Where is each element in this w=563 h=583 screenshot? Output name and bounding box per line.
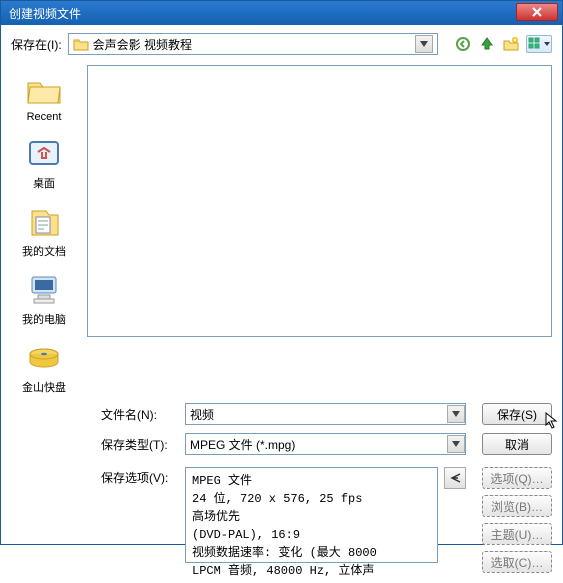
cursor-icon xyxy=(545,412,559,430)
folder-open-icon xyxy=(73,37,89,51)
dialog-window: 创建视频文件 保存在(I): 会声会影 视频教程 xyxy=(0,0,563,545)
toolbar-icons xyxy=(454,35,552,53)
subject-button[interactable]: 主题(U)… xyxy=(482,523,552,545)
options-row: 保存选项(V): MPEG 文件 24 位, 720 x 576, 25 fps… xyxy=(101,467,552,573)
info-line: 视频数据速率: 变化 (最大 8000 xyxy=(192,544,431,562)
filetype-combo[interactable]: MPEG 文件 (*.mpg) xyxy=(185,433,466,455)
my-computer-icon xyxy=(25,271,63,309)
save-options-label: 保存选项(V): xyxy=(101,467,179,486)
cancel-button-label: 取消 xyxy=(505,436,529,453)
new-folder-icon[interactable] xyxy=(502,35,520,53)
select-button-label: 选取(C)… xyxy=(491,554,544,571)
filename-input[interactable]: 视频 xyxy=(185,403,466,425)
body-area: Recent 桌面 我的文档 我的电脑 xyxy=(1,61,562,395)
kingsoft-disk-icon xyxy=(25,339,63,377)
place-label: 我的电脑 xyxy=(22,311,66,327)
chevron-down-icon[interactable] xyxy=(415,35,433,53)
form-area: 文件名(N): 视频 保存(S) 保存类型(T): MPEG 文件 (*.mpg… xyxy=(1,403,562,583)
options-button[interactable]: 选项(Q)… xyxy=(482,467,552,489)
desktop-icon xyxy=(25,135,63,173)
place-label: 桌面 xyxy=(33,175,55,191)
chevron-down-icon[interactable] xyxy=(447,405,465,423)
info-line: 高场优先 xyxy=(192,508,431,526)
directory-combo[interactable]: 会声会影 视频教程 xyxy=(68,33,438,55)
place-my-computer[interactable]: 我的电脑 xyxy=(22,271,66,327)
subject-button-label: 主题(U)… xyxy=(491,526,544,543)
place-label: 金山快盘 xyxy=(22,379,66,395)
window-title: 创建视频文件 xyxy=(5,5,81,22)
up-one-level-icon[interactable] xyxy=(478,35,496,53)
my-documents-icon xyxy=(25,203,63,241)
filetype-row: 保存类型(T): MPEG 文件 (*.mpg) 取消 xyxy=(101,433,552,455)
info-line: LPCM 音频, 48000 Hz, 立体声 xyxy=(192,562,431,580)
collapse-toggle-icon[interactable] xyxy=(444,467,466,489)
cancel-button[interactable]: 取消 xyxy=(482,433,552,455)
place-desktop[interactable]: 桌面 xyxy=(25,135,63,191)
options-button-label: 选项(Q)… xyxy=(490,470,543,487)
save-button-label: 保存(S) xyxy=(497,406,537,423)
browse-button-label: 浏览(B)… xyxy=(491,498,543,515)
titlebar: 创建视频文件 xyxy=(1,1,562,25)
file-list-area[interactable] xyxy=(87,65,552,337)
place-recent[interactable]: Recent xyxy=(25,71,63,123)
places-bar: Recent 桌面 我的文档 我的电脑 xyxy=(1,61,87,395)
place-label: Recent xyxy=(27,111,62,123)
recent-folder-icon xyxy=(25,71,63,109)
filename-row: 文件名(N): 视频 保存(S) xyxy=(101,403,552,425)
place-label: 我的文档 xyxy=(22,243,66,259)
location-toolbar: 保存在(I): 会声会影 视频教程 xyxy=(1,25,562,61)
directory-text: 会声会影 视频教程 xyxy=(93,36,415,53)
right-button-column: 选项(Q)… 浏览(B)… 主题(U)… 选取(C)… xyxy=(482,467,552,573)
chevron-down-icon[interactable] xyxy=(447,435,465,453)
filetype-label: 保存类型(T): xyxy=(101,436,179,453)
format-info-box: MPEG 文件 24 位, 720 x 576, 25 fps 高场优先 (DV… xyxy=(185,467,438,563)
info-line: MPEG 文件 xyxy=(192,472,431,490)
info-line: 24 位, 720 x 576, 25 fps xyxy=(192,490,431,508)
select-button[interactable]: 选取(C)… xyxy=(482,551,552,573)
save-in-label: 保存在(I): xyxy=(11,36,62,53)
info-line: (DVD-PAL), 16:9 xyxy=(192,526,431,544)
filename-value: 视频 xyxy=(186,406,447,423)
place-kingsoft-disk[interactable]: 金山快盘 xyxy=(22,339,66,395)
filetype-value: MPEG 文件 (*.mpg) xyxy=(186,436,447,453)
close-button[interactable] xyxy=(516,3,558,21)
view-menu-icon[interactable] xyxy=(526,35,552,53)
filename-label: 文件名(N): xyxy=(101,406,179,423)
back-icon[interactable] xyxy=(454,35,472,53)
browse-button[interactable]: 浏览(B)… xyxy=(482,495,552,517)
save-button[interactable]: 保存(S) xyxy=(482,403,552,425)
place-my-documents[interactable]: 我的文档 xyxy=(22,203,66,259)
